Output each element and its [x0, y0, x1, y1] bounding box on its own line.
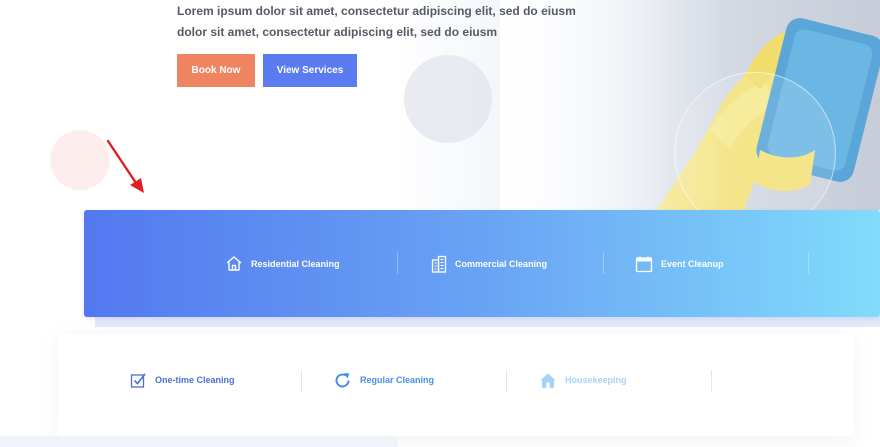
band-divider — [603, 252, 604, 274]
service-label: Residential Cleaning — [251, 258, 340, 269]
panel-divider — [711, 370, 712, 392]
refresh-icon — [335, 372, 350, 387]
service-type-label: One-time Cleaning — [155, 375, 235, 385]
book-now-button[interactable]: Book Now — [177, 54, 255, 87]
service-type-label: Housekeeping — [565, 375, 627, 385]
regular-cleaning-link[interactable]: Regular Cleaning — [333, 364, 434, 396]
building-icon — [431, 255, 447, 273]
checkbox-icon — [130, 373, 146, 388]
house-icon — [540, 373, 556, 388]
event-cleanup-link[interactable]: Event Cleanup — [635, 210, 724, 317]
panel-divider — [506, 370, 507, 392]
service-types-panel: One-time Cleaning Regular Cleaning House… — [58, 334, 854, 436]
decorative-circle — [404, 55, 492, 143]
panel-divider — [301, 370, 302, 392]
band-shadow — [95, 316, 880, 327]
service-label: Event Cleanup — [661, 258, 724, 269]
housekeeping-link[interactable]: Housekeeping — [539, 364, 627, 396]
band-divider — [397, 252, 398, 274]
calendar-icon — [635, 256, 653, 272]
band-divider — [808, 252, 809, 274]
one-time-cleaning-link[interactable]: One-time Cleaning — [130, 364, 235, 396]
service-type-label: Regular Cleaning — [360, 375, 435, 385]
hero-section: Lorem ipsum dolor sit amet, consectetur … — [0, 0, 880, 210]
commercial-cleaning-link[interactable]: Commercial Cleaning — [431, 210, 547, 317]
service-label: Commercial Cleaning — [455, 258, 548, 269]
bottom-strip — [0, 436, 398, 447]
services-band: Residential Cleaning Commercial Cleaning… — [84, 210, 880, 317]
red-arrow-annotation — [106, 139, 144, 193]
house-icon — [226, 256, 242, 271]
hero-text-line: dolor sit amet, consectetur adipiscing e… — [177, 25, 498, 39]
residential-cleaning-link[interactable]: Residential Cleaning — [225, 210, 340, 317]
view-services-button[interactable]: View Services — [263, 54, 357, 87]
